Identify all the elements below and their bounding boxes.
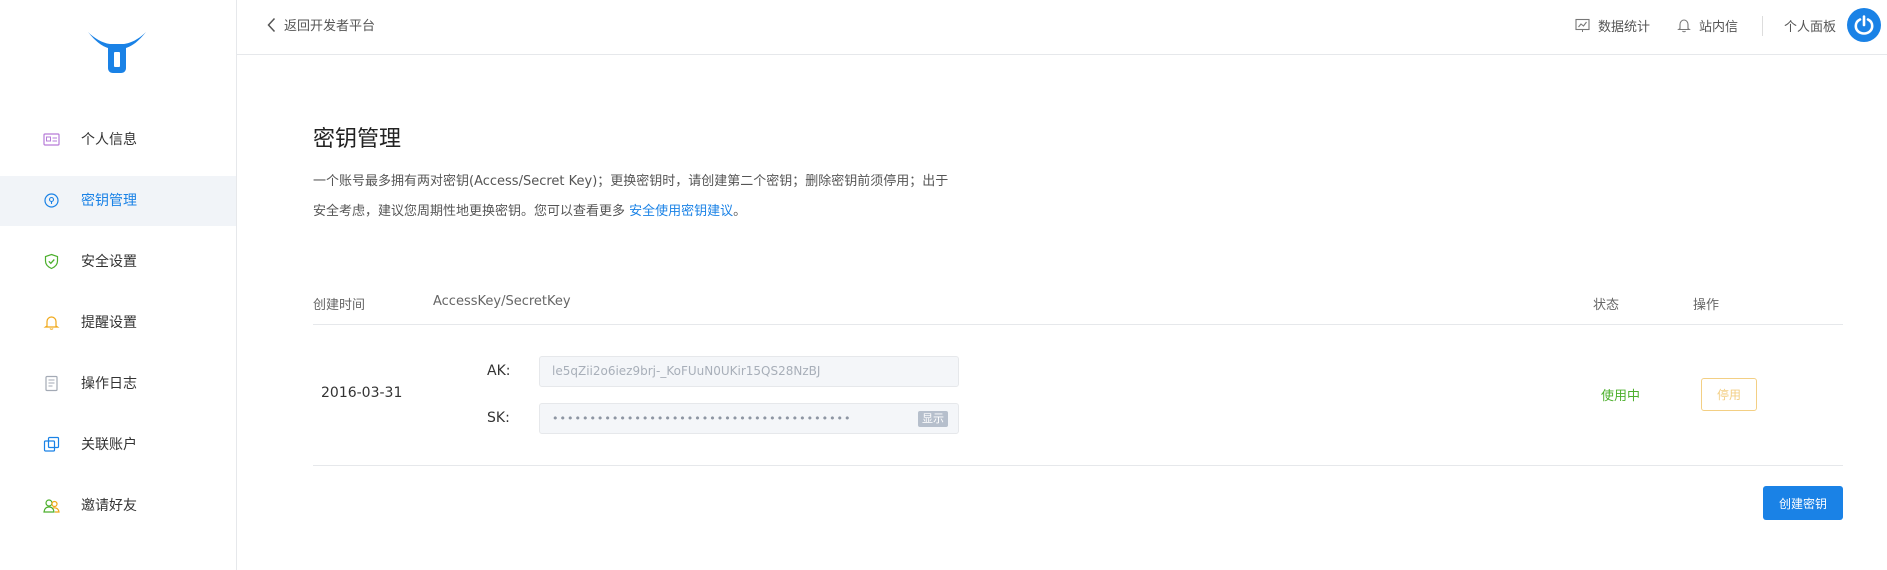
bell-icon: [1677, 19, 1691, 33]
chart-icon: [1575, 18, 1590, 32]
sidebar-item-operation-log[interactable]: 操作日志: [0, 359, 236, 409]
created-date: 2016-03-31: [321, 385, 403, 401]
access-key-value: le5qZii2o6iez9brj-_KoFUuN0UKir15QS28NzBJ: [552, 364, 821, 378]
table-header-divider: [313, 324, 1843, 325]
avatar[interactable]: [1847, 8, 1881, 42]
sidebar-item-personal-info[interactable]: 个人信息: [0, 115, 236, 165]
header-divider: [1762, 16, 1763, 36]
shield-icon: [44, 253, 59, 270]
power-icon: [1854, 15, 1874, 35]
linked-accounts-icon: [43, 436, 60, 452]
secret-key-value: ••••••••••••••••••••••••••••••••••••••••: [552, 412, 852, 425]
sidebar-item-security-settings[interactable]: 安全设置: [0, 237, 236, 287]
table-row-divider: [313, 465, 1843, 466]
sidebar-item-label: 密钥管理: [81, 193, 137, 209]
status-badge: 使用中: [1601, 389, 1641, 404]
sidebar-item-linked-accounts[interactable]: 关联账户: [0, 420, 236, 470]
ak-label: AK:: [487, 363, 511, 379]
id-card-icon: [43, 133, 60, 146]
back-to-developer-platform-link[interactable]: 返回开发者平台: [267, 15, 375, 34]
key-security-advice-link[interactable]: 安全使用密钥建议: [629, 204, 733, 219]
invite-friends-icon: [43, 499, 60, 513]
data-stats-label: 数据统计: [1598, 20, 1651, 35]
create-key-button[interactable]: 创建密钥: [1763, 486, 1843, 520]
page-description: 一个账号最多拥有两对密钥(Access/Secret Key)；更换密钥时，请创…: [313, 167, 953, 227]
sidebar-item-key-management[interactable]: 密钥管理: [0, 176, 236, 226]
column-header-status: 状态: [1593, 298, 1620, 313]
messages-label: 站内信: [1699, 20, 1739, 35]
sidebar-item-label: 操作日志: [81, 376, 137, 392]
back-link-label: 返回开发者平台: [284, 19, 376, 34]
top-bar: 返回开发者平台 数据统计 站内信 个人面板: [237, 0, 1887, 55]
log-icon: [45, 375, 58, 392]
secret-key-field[interactable]: ••••••••••••••••••••••••••••••••••••••••…: [539, 403, 959, 434]
sidebar: 个人信息 密钥管理 安全设置 提醒设置 操作日志 关联账户 邀请好友: [0, 0, 237, 570]
page-title: 密钥管理: [313, 127, 402, 152]
column-header-created: 创建时间: [313, 298, 366, 313]
personal-panel-link[interactable]: 个人面板: [1784, 16, 1836, 35]
data-stats-link[interactable]: 数据统计: [1575, 16, 1650, 35]
column-header-action: 操作: [1693, 298, 1720, 313]
sidebar-item-reminder-settings[interactable]: 提醒设置: [0, 298, 236, 348]
sidebar-item-label: 安全设置: [81, 254, 137, 270]
sidebar-item-label: 关联账户: [81, 437, 137, 453]
key-icon: [44, 193, 59, 208]
messages-link[interactable]: 站内信: [1677, 16, 1738, 35]
sidebar-item-invite-friends[interactable]: 邀请好友: [0, 481, 236, 531]
personal-panel-label: 个人面板: [1784, 20, 1837, 35]
disable-key-button[interactable]: 停用: [1701, 378, 1757, 411]
sidebar-item-label: 邀请好友: [81, 498, 137, 514]
chevron-left-icon: [267, 17, 276, 32]
description-end: 。: [733, 204, 747, 219]
access-key-field[interactable]: le5qZii2o6iez9brj-_KoFUuN0UKir15QS28NzBJ: [539, 356, 959, 387]
sidebar-item-label: 个人信息: [81, 132, 137, 148]
show-secret-button[interactable]: 显示: [918, 411, 948, 427]
bell-icon: [43, 316, 60, 330]
logo-icon[interactable]: [86, 28, 148, 74]
column-header-keys: AccessKey/SecretKey: [433, 294, 571, 309]
sk-label: SK:: [487, 410, 510, 426]
sidebar-item-label: 提醒设置: [81, 315, 137, 331]
